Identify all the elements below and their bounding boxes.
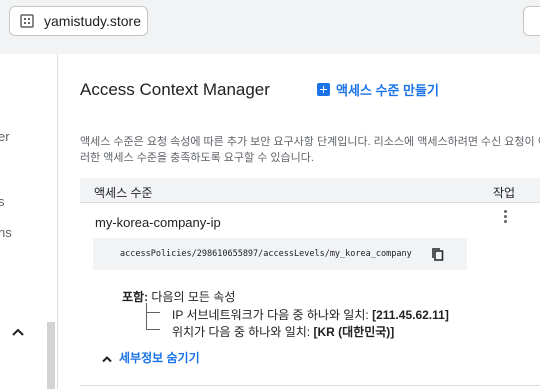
chevron-up-icon[interactable] <box>10 324 26 340</box>
resource-path: accessPolicies/298610655897/accessLevels… <box>120 249 412 259</box>
table-header: 액세스 수준 작업 <box>80 178 540 203</box>
create-access-level-label: 액세스 수준 만들기 <box>336 83 439 98</box>
sidebar-item-label[interactable]: s <box>0 194 5 209</box>
includes-label: 포함: <box>122 290 149 304</box>
resource-path-box: accessPolicies/298610655897/accessLevels… <box>93 238 467 270</box>
includes-text: 다음의 모든 속성 <box>151 290 236 304</box>
site-info-icon[interactable] <box>20 14 34 28</box>
page-title: Access Context Manager <box>80 80 270 99</box>
condition-location: 위치가 다음 중 하나와 일치: [KR (대한민국)] <box>172 323 394 340</box>
access-level-name[interactable]: my-korea-company-ip <box>95 215 221 230</box>
condition-value: [211.45.62.11] <box>372 308 449 322</box>
includes-line: 포함: 다음의 모든 속성 <box>122 288 235 305</box>
url-text: yamistudy.store <box>44 13 141 29</box>
hide-details-button[interactable]: 세부정보 숨기기 <box>101 349 200 366</box>
hide-details-label: 세부정보 숨기기 <box>119 351 200 365</box>
page-description: 액세스 수준은 요청 속성에 따른 추가 보안 요구사항 단계입니다. 리소스에… <box>80 136 540 164</box>
condition-ip: IP 서브네트워크가 다음 중 하나와 일치: [211.45.62.11] <box>172 306 449 323</box>
row-divider <box>80 385 540 386</box>
condition-prefix: IP 서브네트워크가 다음 중 하나와 일치: <box>172 308 369 322</box>
tree-connector <box>146 329 160 330</box>
address-bar[interactable]: yamistudy.store <box>9 6 148 36</box>
tree-connector <box>146 303 147 329</box>
sidebar-scrollbar[interactable] <box>47 322 55 389</box>
add-icon <box>317 83 330 96</box>
main-content: Access Context Manager 액세스 수준 만들기 액세스 수준… <box>59 54 540 389</box>
condition-value: [KR (대한민국)] <box>313 325 395 339</box>
column-header-access-level: 액세스 수준 <box>94 186 153 200</box>
tree-connector <box>146 312 160 313</box>
sidebar-item-label[interactable]: er <box>0 129 10 144</box>
sidebar-item-label[interactable]: ns <box>0 225 12 240</box>
copy-icon[interactable] <box>432 248 444 261</box>
toolbar-button[interactable] <box>523 6 540 36</box>
browser-toolbar: yamistudy.store <box>0 0 540 54</box>
create-access-level-button[interactable]: 액세스 수준 만들기 <box>317 80 439 99</box>
sidebar: er s ns <box>0 54 58 389</box>
condition-prefix: 위치가 다음 중 하나와 일치: <box>172 325 311 339</box>
column-header-action: 작업 <box>493 186 516 200</box>
more-vert-icon[interactable] <box>499 209 511 225</box>
chevron-up-icon <box>101 352 113 364</box>
